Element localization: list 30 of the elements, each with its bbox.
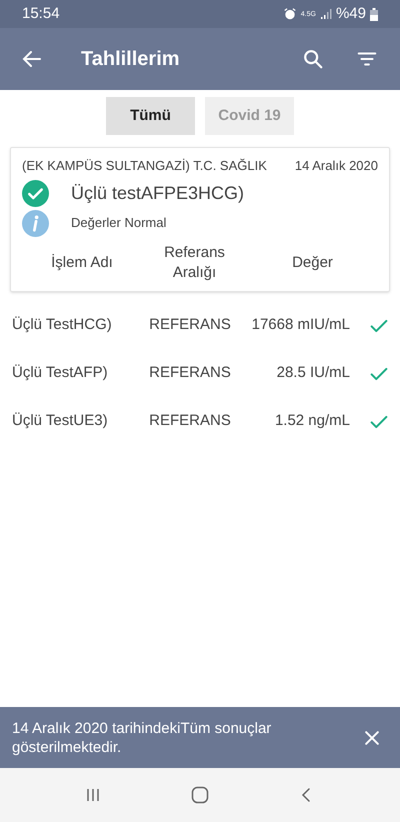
- value-cell-text: 17668 mIU/mL: [250, 315, 350, 336]
- alarm-icon: [282, 7, 297, 21]
- reference-cell-text: REFERANS: [148, 315, 232, 336]
- column-header: Referans Aralığı: [163, 242, 226, 282]
- test-name-cell-text: Üçlü TestHCG): [12, 315, 113, 336]
- test-name-cell-text: Üçlü TestUE3): [12, 411, 109, 432]
- value-cell-text: 28.5 IU/mL: [276, 363, 350, 384]
- info-icon: [22, 210, 49, 236]
- battery-label: %49: [336, 4, 366, 24]
- filter-tab[interactable]: Tümü: [106, 97, 195, 135]
- signal-icon: [320, 8, 332, 20]
- value-cell-text: 1.52 ng/mL: [274, 411, 350, 432]
- search-icon: [302, 48, 324, 70]
- home-icon: [191, 786, 209, 804]
- test-name: Üçlü testAFPE3HCG): [71, 182, 244, 205]
- home-button[interactable]: [191, 786, 209, 804]
- column-header: İşlem Adı: [50, 252, 114, 272]
- test-name-cell-text: Üçlü TestAFP): [12, 363, 109, 384]
- status-time: 15:54: [22, 4, 60, 24]
- result-note: Değerler Normal: [71, 214, 166, 232]
- battery-icon: [370, 8, 378, 20]
- recent-apps-button[interactable]: [85, 787, 101, 803]
- snackbar-message: 14 Aralık 2020 tarihindekiTüm sonuçlar gösterilmektedir.: [12, 718, 272, 756]
- reference-cell-text: REFERANS: [148, 411, 232, 432]
- institution-name: (EK KAMPÜS SULTANGAZİ) T.C. SAĞLIK: [22, 157, 267, 175]
- reference-cell-text: REFERANS: [148, 363, 232, 384]
- recent-apps-icon: [85, 787, 101, 803]
- result-date: 14 Aralık 2020: [294, 157, 378, 175]
- screen-title: Tahlillerim: [81, 47, 180, 72]
- column-header: Değer: [291, 252, 334, 272]
